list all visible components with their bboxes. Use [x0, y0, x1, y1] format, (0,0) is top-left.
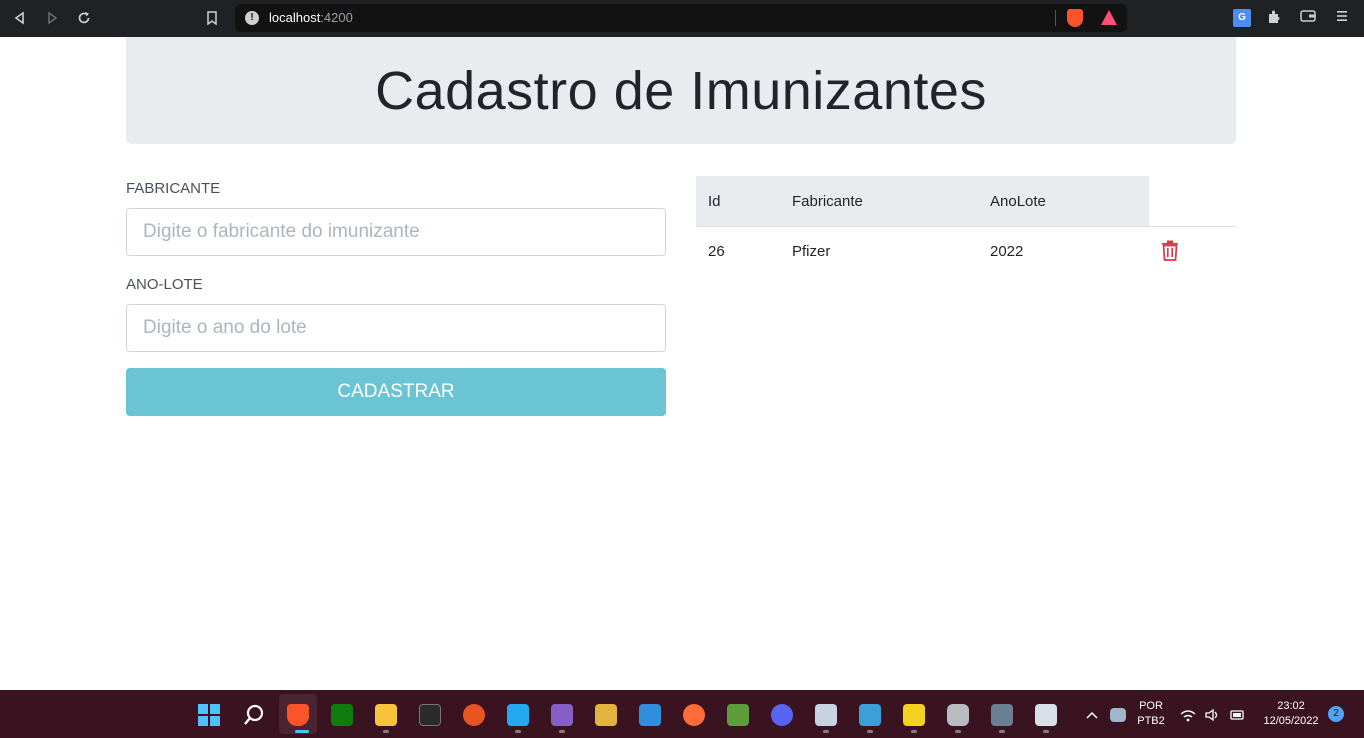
sticky-notes-icon[interactable]: [903, 704, 925, 726]
chevron-up-icon[interactable]: [1085, 704, 1099, 726]
running-indicator: [515, 730, 521, 733]
search-icon[interactable]: [243, 704, 265, 726]
table-header: Id Fabricante AnoLote: [696, 176, 1149, 226]
discord-icon[interactable]: [771, 704, 793, 726]
tray-app-icon[interactable]: [1110, 708, 1126, 722]
running-indicator: [999, 730, 1005, 733]
battery-icon[interactable]: [1228, 704, 1246, 726]
terminal-icon[interactable]: [419, 704, 441, 726]
ubuntu-icon[interactable]: [463, 704, 485, 726]
docker-icon[interactable]: [639, 704, 661, 726]
forward-icon[interactable]: [42, 8, 62, 28]
fabricante-label: FABRICANTE: [126, 180, 221, 197]
notepad-icon[interactable]: [859, 704, 881, 726]
notepad-plus-icon[interactable]: [727, 704, 749, 726]
running-indicator: [559, 730, 565, 733]
file-explorer-icon[interactable]: [375, 704, 397, 726]
brave-shields-icon[interactable]: [1067, 9, 1083, 27]
windows-taskbar: POR PTB2 23:02 12/05/2022 2: [0, 690, 1364, 738]
vscode-icon[interactable]: [507, 704, 529, 726]
cell-fabricante: Pfizer: [792, 243, 831, 260]
ano-lote-label: ANO-LOTE: [126, 276, 203, 293]
page-title: Cadastro de Imunizantes: [375, 60, 987, 121]
keyboard-layout: PTB2: [1137, 715, 1165, 727]
running-indicator: [867, 730, 873, 733]
back-icon[interactable]: [10, 8, 30, 28]
fabricante-input[interactable]: [126, 208, 666, 256]
url-host: localhost: [269, 10, 321, 25]
column-header-fabricante: Fabricante: [792, 193, 863, 210]
snipping-tool-icon[interactable]: [1035, 704, 1057, 726]
browser-toolbar: ! localhost:4200 G: [0, 0, 1364, 37]
wifi-icon[interactable]: [1180, 704, 1196, 726]
ano-lote-input[interactable]: [126, 304, 666, 352]
clock[interactable]: 23:02 12/05/2022: [1256, 700, 1326, 727]
windows-start-icon[interactable]: [198, 704, 220, 726]
wallet-icon[interactable]: [1299, 9, 1317, 27]
notification-badge[interactable]: 2: [1328, 706, 1344, 722]
active-indicator: [295, 730, 309, 733]
address-bar[interactable]: ! localhost:4200: [235, 4, 1127, 32]
url-divider: [1055, 10, 1056, 26]
volume-icon[interactable]: [1204, 704, 1220, 726]
postman-icon[interactable]: [683, 704, 705, 726]
clock-time: 23:02: [1277, 700, 1305, 712]
visual-studio-icon[interactable]: [551, 704, 573, 726]
xbox-icon[interactable]: [331, 704, 353, 726]
language-code: POR: [1139, 700, 1163, 712]
running-indicator: [823, 730, 829, 733]
clock-date: 12/05/2022: [1263, 715, 1319, 727]
cadastrar-button[interactable]: CADASTRAR: [126, 368, 666, 416]
extensions-icon[interactable]: [1265, 9, 1283, 27]
site-info-icon[interactable]: !: [245, 11, 259, 25]
cell-ano-lote: 2022: [990, 243, 1024, 260]
bookmark-icon[interactable]: [202, 8, 222, 28]
running-indicator: [911, 730, 917, 733]
menu-icon[interactable]: [1333, 9, 1351, 27]
document-viewer-icon[interactable]: [815, 704, 837, 726]
running-indicator: [1043, 730, 1049, 733]
running-indicator: [955, 730, 961, 733]
url-text: localhost:4200: [269, 10, 353, 25]
table-divider: [696, 226, 1236, 227]
calculator-icon[interactable]: [991, 704, 1013, 726]
column-header-id: Id: [708, 193, 721, 210]
database-icon[interactable]: [947, 704, 969, 726]
cell-id: 26: [708, 243, 725, 260]
trash-icon[interactable]: [1160, 239, 1180, 261]
url-port: :4200: [320, 10, 353, 25]
brave-rewards-icon[interactable]: [1101, 10, 1117, 25]
reload-icon[interactable]: [74, 8, 94, 28]
language-indicator[interactable]: POR PTB2: [1132, 700, 1170, 727]
page-header: Cadastro de Imunizantes: [126, 37, 1236, 144]
running-indicator: [383, 730, 389, 733]
brave-browser-icon[interactable]: [287, 704, 309, 726]
dev-tool-icon[interactable]: [595, 704, 617, 726]
column-header-anolote: AnoLote: [990, 193, 1046, 210]
translate-icon[interactable]: G: [1233, 9, 1251, 27]
